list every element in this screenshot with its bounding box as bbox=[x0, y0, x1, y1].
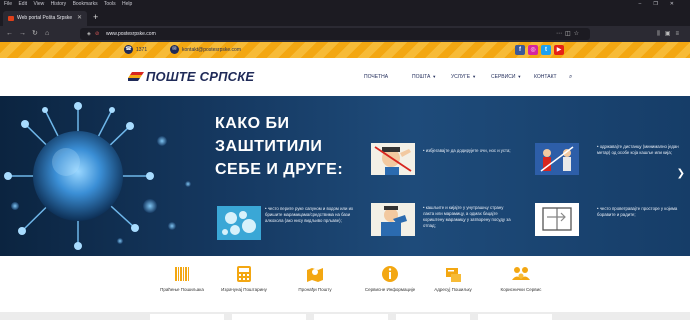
site-header: ПОШТЕ СРПСКЕ ПОЧЕТНА ПОШТА ▼ УСЛУГЕ ▼ СЕРВ… bbox=[0, 58, 690, 96]
phone-icon: ☎ bbox=[124, 45, 133, 55]
browser-tab[interactable]: Web portal Pošta Srpske ✕ bbox=[3, 11, 87, 26]
chevron-down-icon: ▼ bbox=[517, 74, 522, 79]
nav-services[interactable]: УСЛУГЕ ▼ bbox=[451, 72, 476, 82]
face-touch-icon bbox=[371, 143, 415, 175]
phone-number: 1371 bbox=[136, 47, 148, 53]
url-text: www.postesrpske.com bbox=[106, 31, 156, 37]
youtube-icon[interactable]: ▶ bbox=[554, 45, 564, 55]
bookmark-star-icon[interactable]: ☆ bbox=[574, 31, 582, 37]
ventilation-icon bbox=[535, 203, 579, 236]
service-info[interactable]: Сервисне Информације bbox=[355, 264, 425, 293]
permissions-icon[interactable]: ⊘ bbox=[95, 28, 99, 40]
chevron-down-icon: ▼ bbox=[432, 74, 437, 79]
service-customer-support[interactable]: Кориснички Сервис bbox=[486, 264, 556, 293]
instagram-icon[interactable]: ◎ bbox=[528, 45, 538, 55]
shield-icon[interactable]: ◈ bbox=[87, 28, 91, 40]
tip-keep-distance: • одржавајте дистанцу (минимално један м… bbox=[597, 144, 679, 155]
chevron-down-icon: ▼ bbox=[472, 74, 477, 79]
service-find-post[interactable]: Пронађи Пошту bbox=[280, 264, 350, 293]
hand-washing-icon bbox=[217, 206, 261, 240]
tip-avoid-touching: • избјегавајте да додирујете очи, нос и … bbox=[423, 148, 511, 153]
url-bar[interactable]: ◈ ⊘ www.postesrpske.com ⋯◫☆ bbox=[80, 28, 590, 40]
tip-ventilate: • често проветравајте просторе у којима … bbox=[597, 206, 678, 217]
email-contact[interactable]: ✉ kontakt@postesrpske.com bbox=[170, 45, 241, 55]
nav-contact[interactable]: КОНТАКТ bbox=[534, 72, 557, 82]
chevron-right-icon[interactable]: ❯ bbox=[677, 168, 685, 179]
menu-tools[interactable]: Tools bbox=[104, 1, 116, 7]
new-tab-button[interactable]: + bbox=[93, 11, 98, 24]
reload-icon[interactable]: ↻ bbox=[32, 28, 38, 40]
back-icon[interactable]: ← bbox=[6, 28, 13, 40]
page-actions-icon[interactable]: ⋯ bbox=[556, 31, 565, 37]
window-controls: – ❐ ✕ bbox=[639, 0, 686, 9]
menu-edit[interactable]: Edit bbox=[18, 1, 27, 7]
hamburger-menu-icon[interactable]: ≡ bbox=[675, 31, 684, 37]
coronavirus-illustration bbox=[4, 102, 191, 250]
site-topbar: ☎ 1371 ✉ kontakt@postesrpske.com f ◎ t ▶ bbox=[0, 42, 690, 58]
pocket-icon[interactable]: ◫ bbox=[565, 31, 574, 37]
phone-contact[interactable]: ☎ 1371 bbox=[124, 45, 147, 55]
home-icon[interactable]: ⌂ bbox=[45, 28, 49, 40]
service-address-parcel[interactable]: Адресуј Пошиљку bbox=[418, 264, 488, 293]
forward-icon[interactable]: → bbox=[19, 28, 26, 40]
barcode-icon bbox=[175, 267, 189, 281]
hero-banner: КАКО БИ ЗАШТИТИЛИ СЕБЕ И ДРУГЕ: • избјег… bbox=[0, 96, 690, 256]
customer-service-icon bbox=[512, 267, 530, 280]
hero-title: КАКО БИ ЗАШТИТИЛИ СЕБЕ И ДРУГЕ: bbox=[215, 115, 344, 178]
twitter-icon[interactable]: t bbox=[541, 45, 551, 55]
info-icon bbox=[382, 266, 398, 282]
nav-post[interactable]: ПОШТА ▼ bbox=[412, 72, 436, 82]
tab-title: Web portal Pošta Srpske bbox=[17, 15, 73, 21]
cough-elbow-icon bbox=[371, 203, 415, 236]
tip-wash-hands: • често перите руке сапуном и водом или … bbox=[265, 206, 354, 223]
address-parcel-icon bbox=[446, 268, 461, 282]
service-tracking[interactable]: Праћење Пошиљака bbox=[147, 264, 217, 293]
logo-text: ПОШТЕ СРПСКЕ bbox=[146, 69, 255, 84]
menu-history[interactable]: History bbox=[51, 1, 67, 7]
facebook-icon[interactable]: f bbox=[515, 45, 525, 55]
sidebar-icon[interactable]: ▣ bbox=[665, 31, 676, 37]
next-section-strip bbox=[0, 312, 690, 320]
library-icon[interactable]: ⫼ bbox=[657, 31, 665, 37]
menu-file[interactable]: File bbox=[4, 1, 12, 7]
search-icon[interactable]: ⌕ bbox=[569, 72, 572, 82]
menu-bookmarks[interactable]: Bookmarks bbox=[73, 1, 98, 7]
services-bar: Праћење Пошиљака Израчунај Поштарину Про… bbox=[0, 256, 690, 312]
maximize-icon[interactable]: ❐ bbox=[653, 1, 664, 7]
map-pin-icon bbox=[307, 268, 323, 282]
minimize-icon[interactable]: – bbox=[639, 1, 649, 7]
menu-help[interactable]: Help bbox=[122, 1, 132, 7]
nav-home[interactable]: ПОЧЕТНА bbox=[364, 72, 388, 82]
browser-tabbar: Web portal Pošta Srpske ✕ + bbox=[0, 9, 690, 26]
nav-online-services[interactable]: СЕРВИСИ ▼ bbox=[491, 72, 521, 82]
email-address: kontakt@postesrpske.com bbox=[182, 47, 241, 53]
tip-cough-elbow: • кашљите и кијајте у унутрашњу страну л… bbox=[423, 205, 511, 228]
service-postage-calculator[interactable]: Израчунај Поштарину bbox=[209, 264, 279, 293]
mail-icon: ✉ bbox=[170, 45, 179, 55]
menu-view[interactable]: View bbox=[33, 1, 44, 7]
logo-mark-icon bbox=[128, 72, 144, 81]
browser-menubar: File Edit View History Bookmarks Tools H… bbox=[0, 0, 690, 9]
calculator-icon bbox=[237, 266, 251, 282]
browser-navbar: ← → ↻ ⌂ ◈ ⊘ www.postesrpske.com ⋯◫☆ ⫼▣≡ bbox=[0, 26, 690, 42]
keep-distance-icon bbox=[535, 143, 579, 175]
close-tab-icon[interactable]: ✕ bbox=[77, 11, 82, 26]
close-window-icon[interactable]: ✕ bbox=[670, 1, 681, 7]
favicon-icon bbox=[8, 16, 14, 21]
